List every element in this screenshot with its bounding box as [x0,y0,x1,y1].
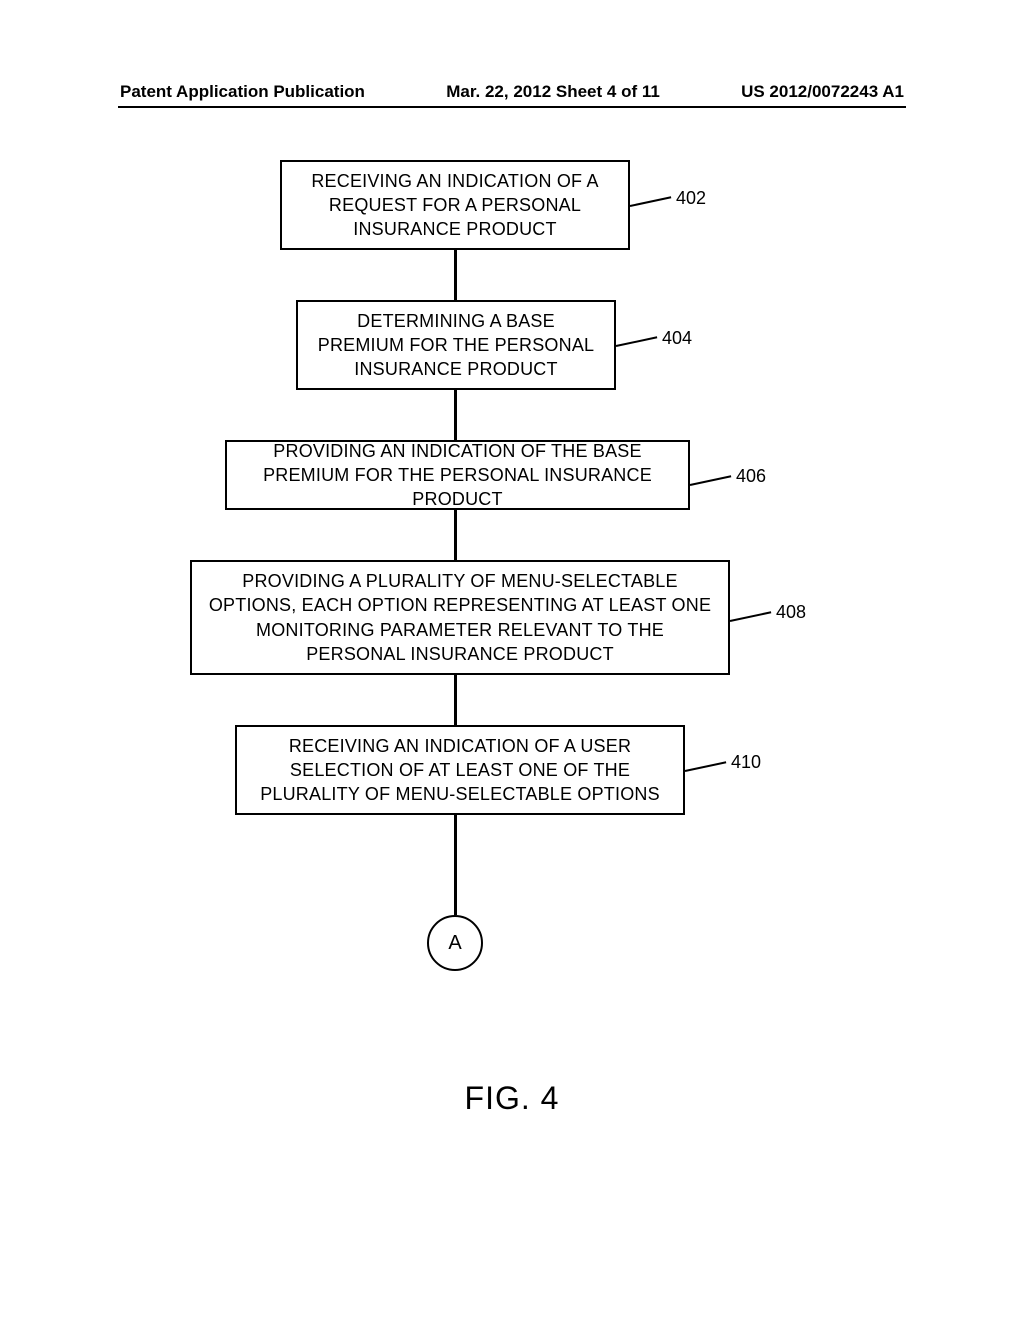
ref-lead [730,611,771,622]
connector-line [454,510,457,560]
ref-label-410: 410 [731,752,761,773]
connector-line [454,250,457,300]
connector-label: A [448,932,461,955]
connector-line [454,390,457,440]
ref-label-404: 404 [662,328,692,349]
step-box-402: RECEIVING AN INDICATION OF A REQUEST FOR… [280,160,630,250]
ref-lead [685,761,726,772]
header-right: US 2012/0072243 A1 [741,82,904,102]
step-text: RECEIVING AN INDICATION OF A USER SELECT… [251,734,669,807]
header-rule [118,106,906,108]
ref-label-408: 408 [776,602,806,623]
step-box-408: PROVIDING A PLURALITY OF MENU-SELECTABLE… [190,560,730,675]
connector-line [454,675,457,725]
header-center: Mar. 22, 2012 Sheet 4 of 11 [446,82,660,102]
ref-lead [630,196,671,207]
connector-line [454,815,457,915]
ref-label-406: 406 [736,466,766,487]
off-page-connector-a: A [427,915,483,971]
page-header: Patent Application Publication Mar. 22, … [120,82,904,102]
step-box-406: PROVIDING AN INDICATION OF THE BASE PREM… [225,440,690,510]
step-text: DETERMINING A BASE PREMIUM FOR THE PERSO… [312,309,600,382]
step-text: PROVIDING A PLURALITY OF MENU-SELECTABLE… [206,569,714,666]
ref-lead [690,475,731,486]
step-box-410: RECEIVING AN INDICATION OF A USER SELECT… [235,725,685,815]
step-text: PROVIDING AN INDICATION OF THE BASE PREM… [241,439,674,512]
ref-label-402: 402 [676,188,706,209]
step-text: RECEIVING AN INDICATION OF A REQUEST FOR… [296,169,614,242]
ref-lead [616,336,657,347]
header-left: Patent Application Publication [120,82,365,102]
figure-caption: FIG. 4 [0,1080,1024,1117]
step-box-404: DETERMINING A BASE PREMIUM FOR THE PERSO… [296,300,616,390]
